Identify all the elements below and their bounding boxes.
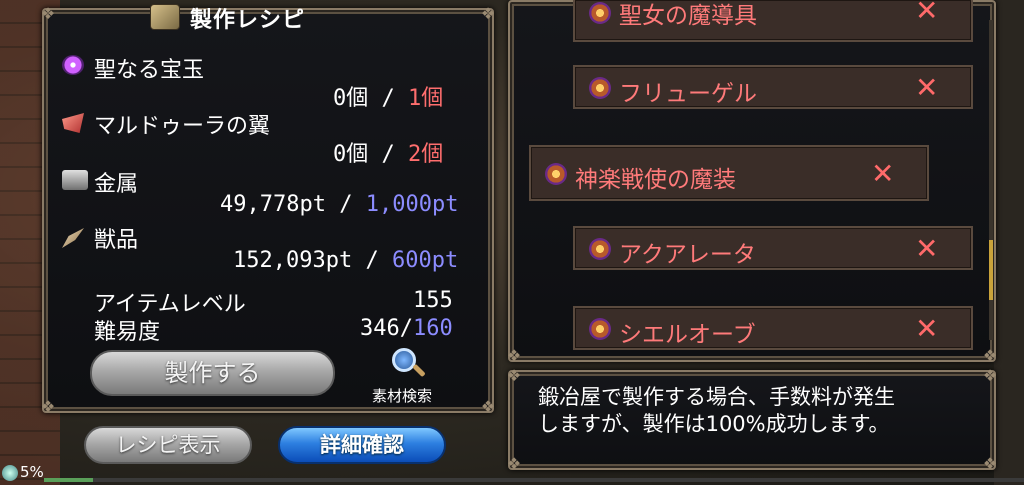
material-count: 0個 / 1個 (333, 80, 443, 112)
progress-fill (44, 478, 93, 482)
material-have: 0個 (333, 86, 369, 111)
remove-recipe-button[interactable]: ✕ (915, 312, 938, 345)
material-name: マルドゥーラの翼 (94, 114, 271, 139)
separator: / (339, 192, 353, 217)
corner-ornament-icon: ❖ (506, 454, 522, 473)
scrollbar-thumb[interactable] (989, 240, 993, 300)
remove-recipe-button[interactable]: ✕ (915, 0, 938, 27)
item-level-value: 155 (413, 288, 453, 313)
recipe-gem-icon (589, 77, 611, 99)
remove-recipe-button[interactable]: ✕ (871, 157, 894, 190)
background-right (994, 0, 1024, 485)
material-name: 金属 (94, 172, 139, 197)
recipe-label: フリューゲル (619, 81, 757, 107)
difficulty-current: 346/ (360, 316, 413, 341)
corner-ornament-icon: ❖ (40, 397, 56, 416)
material-search-button[interactable]: 素材検索 (372, 385, 432, 406)
recipe-book-icon (150, 4, 180, 30)
separator: / (381, 86, 395, 111)
remove-recipe-button[interactable]: ✕ (915, 71, 938, 104)
material-need: 1個 (408, 86, 444, 111)
corner-ornament-icon: ❖ (506, 366, 522, 385)
metal-ingot-icon (62, 170, 88, 190)
material-name: 獣品 (94, 228, 139, 253)
window-title: 製作レシピ (190, 8, 306, 33)
corner-ornament-icon: ❖ (480, 4, 496, 23)
progress-percent: 5% (20, 463, 44, 481)
recipe-label: 聖女の魔導具 (619, 3, 757, 29)
recipe-item[interactable]: 聖女の魔導具 ✕ (573, 0, 973, 42)
material-need: 1,000pt (365, 192, 459, 217)
remove-recipe-button[interactable]: ✕ (915, 232, 938, 265)
experience-orb-icon (2, 465, 18, 481)
progress-track (44, 478, 1024, 482)
material-have: 152,093pt (233, 248, 353, 273)
recipe-label: 神楽戦使の魔装 (575, 167, 736, 193)
recipe-gem-icon (545, 163, 567, 185)
difficulty-label: 難易度 (94, 320, 161, 345)
recipe-item[interactable]: フリューゲル ✕ (573, 65, 973, 109)
recipe-gem-icon (589, 318, 611, 340)
recipe-display-button[interactable]: レシピ表示 (84, 426, 252, 464)
recipe-item-selected[interactable]: 神楽戦使の魔装 ✕ (529, 145, 929, 201)
corner-ornament-icon: ❖ (982, 346, 998, 365)
corner-ornament-icon: ❖ (982, 454, 998, 473)
corner-ornament-icon: ❖ (982, 366, 998, 385)
info-message: 鍛冶屋で製作する場合、手数料が発生 しますが、製作は100%成功します。 (538, 385, 895, 436)
material-have: 49,778pt (220, 192, 326, 217)
material-count: 49,778pt / 1,000pt (220, 192, 458, 217)
material-name: 聖なる宝玉 (94, 58, 205, 83)
recipe-label: アクアレータ (619, 242, 756, 268)
recipe-label: シエルオーブ (619, 322, 756, 348)
recipe-item[interactable]: アクアレータ ✕ (573, 226, 973, 270)
separator: / (365, 248, 379, 273)
material-need: 2個 (408, 142, 444, 167)
craft-button[interactable]: 製作する (90, 350, 335, 396)
material-need: 600pt (391, 248, 459, 273)
difficulty-value: 346/160 (360, 316, 453, 341)
material-have: 0個 (333, 142, 369, 167)
material-count: 152,093pt / 600pt (233, 248, 458, 273)
material-count: 0個 / 2個 (333, 136, 443, 168)
corner-ornament-icon: ❖ (40, 4, 56, 23)
corner-ornament-icon: ❖ (480, 397, 496, 416)
details-button[interactable]: 詳細確認 (278, 426, 446, 464)
separator: / (381, 142, 395, 167)
recipe-gem-icon (589, 238, 611, 260)
recipe-gem-icon (589, 2, 611, 24)
recipe-item[interactable]: シエルオーブ ✕ (573, 306, 973, 350)
corner-ornament-icon: ❖ (506, 346, 522, 365)
jewel-icon (62, 55, 84, 75)
difficulty-max: 160 (412, 316, 453, 341)
